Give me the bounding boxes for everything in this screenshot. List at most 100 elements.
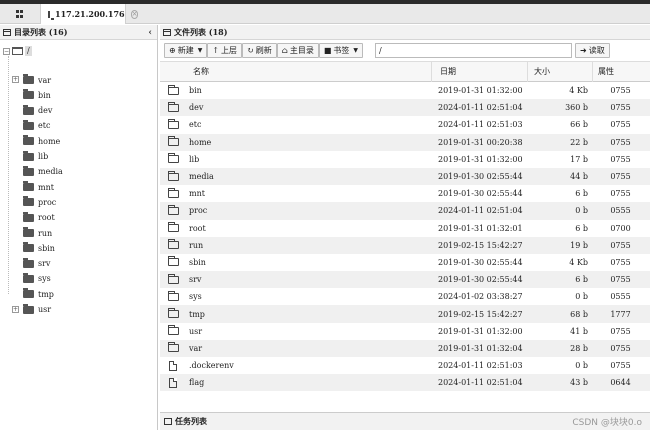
tree-item-run[interactable]: run [23,227,52,239]
column-date[interactable]: 日期 [432,62,528,82]
task-list-icon [164,418,172,425]
tree-item-label: media [38,167,63,177]
cell-attr: 0755 [610,172,631,182]
table-row[interactable]: tmp 2019-02-15 15:42:27 68 b 1777 [160,305,650,323]
tree-item-srv[interactable]: srv [23,257,51,270]
path-input[interactable] [375,43,573,58]
plus-icon[interactable]: + [12,305,19,313]
tree-item-etc[interactable]: etc [23,119,50,132]
cell-date: 2019-01-30 02:55:44 [438,275,523,285]
read-button-label: 读取 [588,46,605,55]
tab-connection[interactable]: 117.21.200.176 × [40,4,139,24]
plus-icon[interactable]: + [12,76,19,83]
tree-item-label: srv [38,259,51,269]
tree-item-label: sys [38,274,51,284]
new-button[interactable]: ⊕ 新建 ▼ [164,43,208,58]
folder-icon [23,89,34,100]
tree-item-label: home [38,136,61,146]
cell-size: 17 b [570,154,588,164]
cell-name: home [160,136,432,147]
close-icon[interactable]: × [130,9,139,19]
cell-size: 6 b [575,189,588,199]
file-toolbar: ⊕ 新建 ▼ ↑ 上层 ↻ 刷新 ⌂ 主目录 ■ 书签 ▼ ➜ 读取 [160,40,650,62]
folder-icon [23,196,34,207]
table-row[interactable]: media 2019-01-30 02:55:44 44 b 0755 [160,167,650,186]
folder-icon [168,170,179,181]
tree-item-media[interactable]: media [23,165,63,178]
table-row[interactable]: bin 2019-01-31 01:32:00 4 Kb 0755 [160,82,650,99]
table-row[interactable]: .dockerenv 2024-01-11 02:51:03 0 b 0755 [160,357,650,374]
cell-date: 2019-01-30 02:55:44 [438,189,523,199]
tab-grid-button[interactable] [0,4,40,24]
up-button[interactable]: ↑ 上层 [207,43,243,58]
tree-item-var[interactable]: + var [12,74,52,86]
tree-item-label: var [38,75,52,85]
directory-panel-header: 目录列表 (16) ‹ [0,25,157,40]
table-row[interactable]: var 2019-01-31 01:32:04 28 b 0755 [160,339,650,357]
cell-attr: 0755 [610,275,631,285]
tree-item-label: run [38,228,53,238]
table-row[interactable]: usr 2019-01-31 01:32:00 41 b 0755 [160,323,650,340]
file-name: var [189,343,203,353]
cell-date: 2024-01-11 02:51:04 [438,378,523,388]
tree-item-sys[interactable]: sys [23,272,51,285]
table-row[interactable]: sbin 2019-01-30 02:55:44 4 Kb 0755 [160,254,650,271]
cell-size: 6 b [575,275,588,285]
home-button[interactable]: ⌂ 主目录 [276,43,319,58]
file-table-header: 名称 日期 大小 属性 [160,62,650,82]
tree-item-usr[interactable]: + usr [12,303,51,316]
minus-icon[interactable]: − [3,47,10,55]
table-row[interactable]: flag 2024-01-11 02:51:04 43 b 0644 [160,374,650,392]
tree-item-sbin[interactable]: sbin [23,242,55,254]
collapse-icon[interactable]: ‹ [148,28,152,38]
table-row[interactable]: sys 2024-01-02 03:38:27 0 b 0555 [160,288,650,305]
table-row[interactable]: srv 2019-01-30 02:55:44 6 b 0755 [160,271,650,289]
tree-item-proc[interactable]: proc [23,196,56,208]
folder-icon [23,119,34,130]
tree-item-bin[interactable]: bin [23,89,51,101]
caret-down-icon: ▼ [197,47,203,54]
cell-size: 4 Kb [569,257,588,267]
read-button[interactable]: ➜ 读取 [575,43,610,58]
tree-item-root[interactable]: root [23,211,55,224]
table-row[interactable]: lib 2019-01-31 01:32:00 17 b 0755 [160,151,650,168]
table-row[interactable]: proc 2024-01-11 02:51:04 0 b 0555 [160,202,650,220]
table-row[interactable]: run 2019-02-15 15:42:27 19 b 0755 [160,236,650,254]
bookmark-button[interactable]: ■ 书签 ▼ [318,43,364,58]
cell-attr: 0755 [610,361,631,371]
watermark: CSDN @块块0.o [572,418,642,428]
refresh-icon: ↻ [247,46,254,55]
table-row[interactable]: mnt 2019-01-30 02:55:44 6 b 0755 [160,185,650,202]
tree-item-tmp[interactable]: tmp [23,288,54,300]
folder-icon [23,165,34,176]
tree-item-lib[interactable]: lib [23,150,48,163]
folder-icon [168,342,179,353]
cell-name: root [160,222,432,233]
tree-root[interactable]: − / [3,46,32,56]
table-row[interactable]: etc 2024-01-11 02:51:03 66 b 0755 [160,116,650,133]
table-row[interactable]: dev 2024-01-11 02:51:04 360 b 0755 [160,99,650,117]
cell-date: 2024-01-11 02:51:04 [438,206,523,216]
cell-attr: 0755 [610,240,631,250]
cell-name: run [160,239,432,250]
cell-attr: 1777 [610,309,631,319]
folder-icon [168,239,179,250]
column-name[interactable]: 名称 [160,62,432,82]
cell-attr: 0755 [610,137,631,147]
bookmark-button-label: 书签 [333,46,350,55]
cell-attr: 0755 [610,86,631,96]
folder-icon [168,187,179,198]
cell-date: 2019-01-31 01:32:04 [438,343,523,353]
column-attr[interactable]: 属性 [593,62,648,82]
arrow-right-icon: ➜ [580,46,587,55]
plus-circle-icon: ⊕ [169,46,176,55]
refresh-button[interactable]: ↻ 刷新 [242,43,277,58]
cell-size: 43 b [570,378,588,388]
tree-item-dev[interactable]: dev [23,104,52,117]
table-row[interactable]: root 2019-01-31 01:32:01 6 b 0700 [160,220,650,237]
column-size[interactable]: 大小 [528,62,593,82]
tree-item-mnt[interactable]: mnt [23,181,54,193]
cell-date: 2019-01-31 01:32:00 [438,86,523,96]
table-row[interactable]: home 2019-01-31 00:20:38 22 b 0755 [160,133,650,151]
tree-item-home[interactable]: home [23,135,60,147]
